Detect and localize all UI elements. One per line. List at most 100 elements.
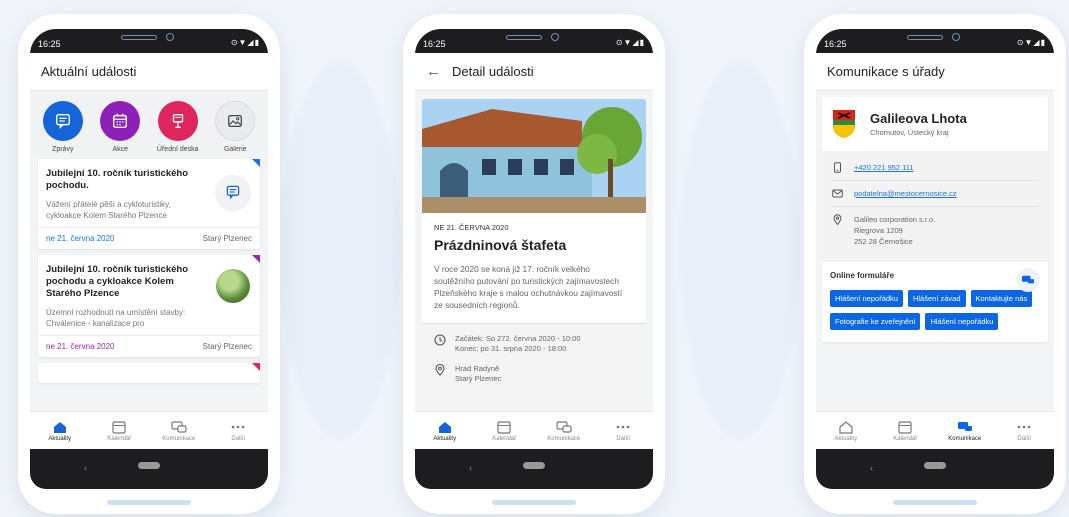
clock-icon [434, 334, 446, 346]
camera-icon [551, 33, 559, 41]
status-icons: ⊙▼◢▮ [615, 38, 645, 47]
tab-label: Kalendář [492, 435, 517, 442]
speaker-icon [121, 35, 157, 40]
status-bar: 16:25 ⊙▼◢▮ [30, 29, 268, 53]
back-arrow-icon[interactable]: ← [426, 63, 441, 80]
tab-label: Komunikace [547, 435, 581, 442]
tab-label: Komunikace [948, 435, 982, 442]
status-time: 16:25 [824, 39, 847, 49]
noticeboard-icon [157, 101, 198, 141]
home-icon [839, 420, 853, 434]
quick-uredni-deska[interactable]: Úřední deska [150, 101, 206, 153]
contact-email-row: podatelna@mestocernosice.cz [832, 181, 1038, 207]
card-title: Jubilejní 10. ročník turistického pochod… [46, 264, 189, 299]
tab-dalsi[interactable]: Další [995, 412, 1055, 449]
back-icon[interactable]: ‹ [870, 463, 873, 473]
form-chips: Hlášení nepořádku Hlášení závad Kontaktu… [830, 290, 1040, 330]
tab-dalsi[interactable]: Další [209, 412, 269, 449]
chat-icon[interactable] [1016, 268, 1040, 292]
tab-label: Aktuality [834, 435, 858, 442]
card-description: Územní rozhodnutí na umístění stavby: Ch… [46, 308, 186, 328]
tab-kalendar[interactable]: Kalendář [90, 412, 150, 449]
event-time-row: Začátek: So 272. června 2020 - 10:00 Kone… [434, 334, 634, 354]
tab-label: Komunikace [162, 435, 196, 442]
speaker-icon [506, 35, 542, 40]
system-nav-bar: ‹ [816, 449, 1054, 489]
app-bar: Komunikace s úřady [816, 53, 1054, 91]
app-bar: ← Detail události [415, 53, 653, 91]
back-icon[interactable]: ‹ [469, 463, 472, 473]
coat-of-arms-icon [833, 110, 855, 138]
tab-aktuality[interactable]: Aktuality [30, 412, 90, 449]
phone-aktuality: 16:25 ⊙▼◢▮ Aktuální události Zprávy Akce… [18, 14, 280, 514]
more-icon [616, 425, 630, 428]
page-title: Komunikace s úřady [827, 64, 945, 79]
calendar-icon [100, 101, 141, 141]
status-time: 16:25 [38, 39, 61, 49]
form-chip-photo-publish[interactable]: Fotografie ke zveřejnění [830, 313, 921, 330]
card-corner-accent [252, 255, 260, 263]
tab-komunikace[interactable]: Komunikace [534, 412, 594, 449]
speaker-icon [907, 35, 943, 40]
tab-kalendar[interactable]: Kalendář [876, 412, 936, 449]
quick-galerie[interactable]: Galerie [207, 101, 263, 153]
quick-zpravy[interactable]: Zprávy [35, 101, 91, 153]
tab-label: Aktuality [48, 435, 72, 442]
tab-dalsi[interactable]: Další [594, 412, 654, 449]
system-nav-bar: ‹ [415, 449, 653, 489]
phone-reflection [492, 500, 576, 505]
card-thumbnail-image [216, 269, 250, 303]
home-button[interactable] [523, 462, 545, 469]
address-line: Galileo corporation s.r.o. [854, 215, 936, 224]
card-corner-accent [252, 363, 260, 371]
phone-link[interactable]: +420 221 952 111 [854, 162, 914, 173]
phone-icon [834, 162, 841, 173]
back-icon[interactable]: ‹ [84, 463, 87, 473]
tab-komunikace[interactable]: Komunikace [935, 412, 995, 449]
form-chip-contact-us[interactable]: Kontaktujte nás [970, 290, 1033, 307]
status-icons: ⊙▼◢▮ [1016, 38, 1046, 47]
message-icon [216, 175, 250, 209]
status-bar: 16:25 ⊙▼◢▮ [415, 29, 653, 53]
news-card[interactable]: Jubilejní 10. ročník turistického pochod… [38, 159, 260, 249]
event-title: Prázdninová štafeta [434, 237, 567, 253]
email-link[interactable]: podatelna@mestocernosice.cz [854, 188, 957, 199]
status-icons: ⊙▼◢▮ [230, 38, 260, 47]
content: Galileova Lhota Chomutov, Ústecký kraj +… [816, 91, 1054, 421]
event-detail-card: NE 21. ČERVNA 2020 Prázdninová štafeta V… [422, 99, 646, 404]
chat-icon [171, 420, 187, 433]
event-end: Konec: po 31. srpna 2020 - 18:00 [455, 344, 567, 353]
tab-label: Kalendář [107, 435, 132, 442]
gallery-icon [215, 101, 256, 141]
content: NE 21. ČERVNA 2020 Prázdninová štafeta V… [415, 91, 653, 421]
form-chip-report-mess[interactable]: Hlášení nepořádku [830, 290, 903, 307]
tab-kalendar[interactable]: Kalendář [475, 412, 535, 449]
news-card[interactable] [38, 363, 260, 383]
office-header: Galileova Lhota Chomutov, Ústecký kraj [822, 97, 1048, 151]
form-chip-report-defect[interactable]: Hlášení závad [907, 290, 966, 307]
card-corner-accent [252, 159, 260, 167]
screen: 16:25 ⊙▼◢▮ Aktuální události Zprávy Akce… [30, 29, 268, 489]
calendar-icon [497, 420, 511, 434]
tab-komunikace[interactable]: Komunikace [149, 412, 209, 449]
tab-aktuality[interactable]: Aktuality [816, 412, 876, 449]
card-place: Starý Plzenec [202, 234, 252, 243]
quick-akce[interactable]: Akce [92, 101, 148, 153]
chat-icon [957, 421, 972, 431]
screen: 16:25 ⊙▼◢▮ Komunikace s úřady Galileova … [816, 29, 1054, 489]
form-chip-report-mess[interactable]: Hlášení nepořádku [925, 313, 999, 330]
card-date: ne 21. června 2020 [46, 342, 115, 351]
message-icon [42, 101, 83, 141]
screen: 16:25 ⊙▼◢▮ ← Detail události NE 21. ČERV… [415, 29, 653, 489]
card-place: Starý Plzenec [202, 342, 252, 351]
home-button[interactable] [924, 462, 946, 469]
tab-aktuality[interactable]: Aktuality [415, 412, 475, 449]
calendar-icon [898, 420, 912, 434]
office-contacts: +420 221 952 111 podatelna@mestocernosic… [822, 151, 1048, 262]
home-button[interactable] [138, 462, 160, 469]
quick-label: Úřední deska [156, 146, 199, 153]
address-line: 252 28 Černošice [854, 237, 913, 246]
tab-label: Další [231, 435, 246, 442]
app-bar: Aktuální události [30, 53, 268, 91]
news-card[interactable]: Jubilejní 10. ročník turistického pochod… [38, 255, 260, 357]
